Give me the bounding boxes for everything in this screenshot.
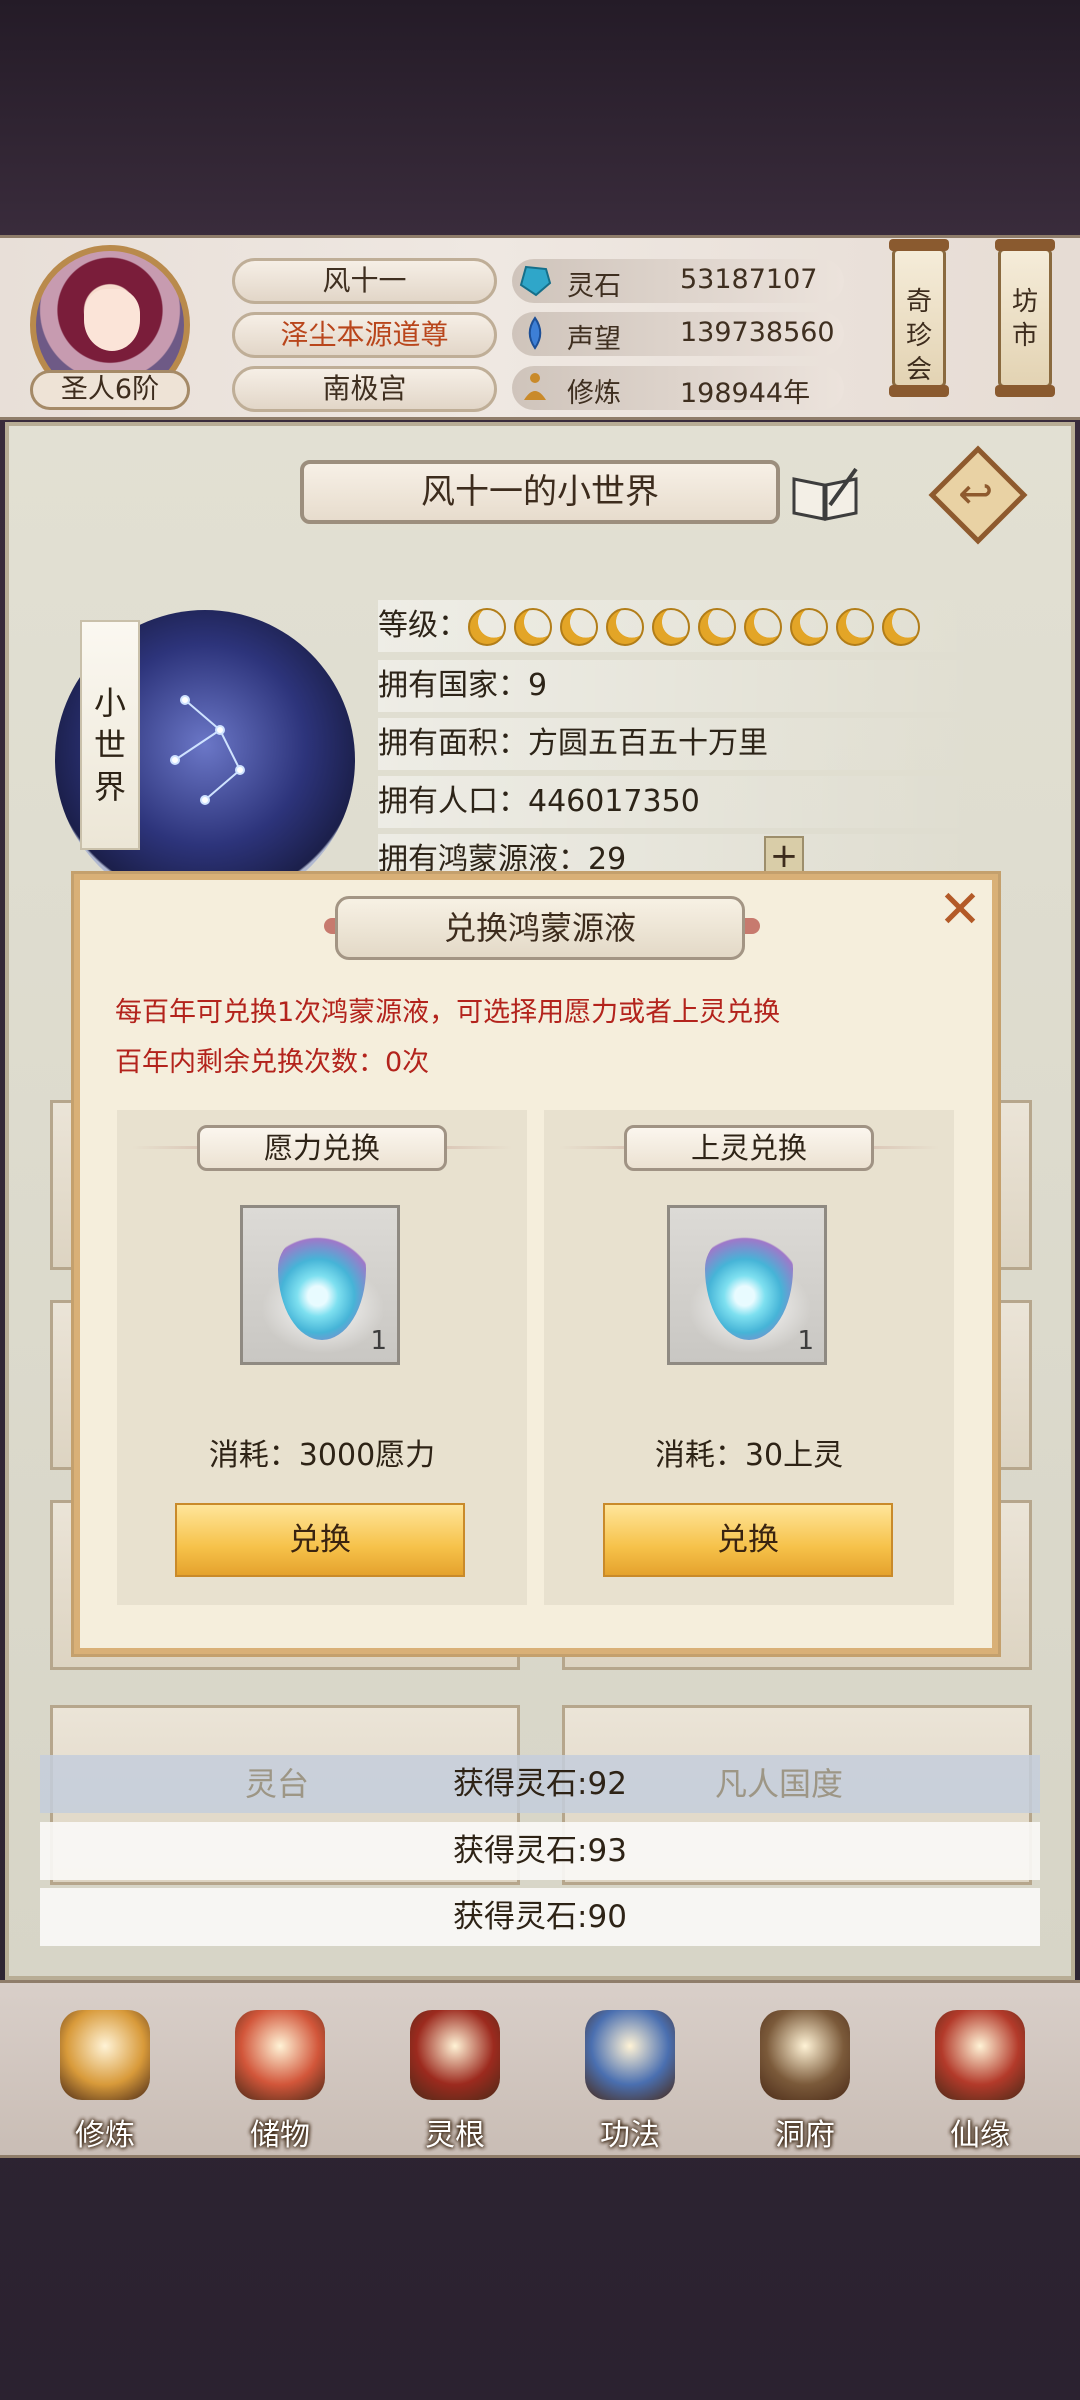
moon-icon (468, 607, 506, 646)
world-tag: 小世界 (80, 620, 140, 850)
gourd-icon (935, 2010, 1025, 2100)
dialog-title: 兑换鸿蒙源液 (335, 896, 745, 960)
page-title: 风十一的小世界 (300, 460, 780, 524)
item-slot[interactable]: 1 (240, 1205, 400, 1365)
treasure-fair-button[interactable]: 奇珍会 (889, 239, 949, 397)
nav-spirit-root[interactable]: 灵根 (380, 1990, 530, 2153)
nav-storage[interactable]: 储物 (205, 1990, 355, 2153)
resource-label: 灵石 (567, 271, 621, 302)
item-count: 1 (797, 1326, 814, 1356)
technique-book-icon (585, 2010, 675, 2100)
moon-icon (836, 607, 874, 646)
nav-technique[interactable]: 功法 (555, 1990, 705, 2153)
spirit-root-icon (410, 2010, 500, 2100)
nav-label: 功法 (600, 2118, 660, 2153)
resource-cultivation: 修炼 198944年 (512, 366, 844, 410)
remaining-count: 百年内剩余兑换次数：0次 (115, 1047, 430, 1078)
world-population: 拥有人口：446017350 (378, 776, 978, 828)
moon-icon (606, 607, 644, 646)
nav-label: 仙缘 (950, 2118, 1010, 2153)
toast-message: 获得灵石:93 (40, 1822, 1040, 1880)
cave-dwelling-icon (760, 2010, 850, 2100)
market-button[interactable]: 坊市 (995, 239, 1055, 397)
back-arrow-icon: ↩ (957, 469, 994, 519)
option-header: 上灵兑换 (624, 1125, 874, 1171)
card-label-lingtai: 灵台 (245, 1765, 310, 1803)
resource-reputation: 声望 139738560 (512, 312, 844, 356)
moon-icon (790, 607, 828, 646)
cost-label: 消耗：3000愿力 (208, 1438, 436, 1473)
resource-value: 198944年 (680, 378, 811, 409)
level-moons (468, 607, 928, 646)
resource-spirit-stone: 灵石 53187107 (512, 259, 844, 303)
toast-text: 获得灵石:92 (453, 1766, 627, 1802)
reputation-icon (528, 316, 542, 350)
player-title: 泽尘本源道尊 (232, 312, 497, 358)
moon-icon (652, 607, 690, 646)
exchange-button[interactable]: 兑换 (603, 1503, 893, 1577)
moon-icon (698, 607, 736, 646)
moon-icon (744, 607, 782, 646)
resource-label: 修炼 (567, 378, 621, 409)
player-name: 风十一 (232, 258, 497, 304)
moon-icon (882, 607, 920, 646)
toast-message: 获得灵石:90 (40, 1888, 1040, 1946)
world-area: 拥有面积：方圆五百五十万里 (378, 718, 978, 770)
player-sect: 南极宫 (232, 366, 497, 412)
world-level-row: 等级： (378, 600, 978, 652)
toast-message: 灵台 获得灵石:92 凡人国度 (40, 1755, 1040, 1813)
moon-icon (560, 607, 598, 646)
level-label: 等级： (378, 608, 468, 643)
cultivation-icon (60, 2010, 150, 2100)
rank-badge: 圣人6阶 (30, 370, 190, 410)
nav-label: 灵根 (425, 2118, 485, 2153)
item-slot[interactable]: 1 (667, 1205, 827, 1365)
nav-label: 洞府 (775, 2118, 835, 2153)
option-header: 愿力兑换 (197, 1125, 447, 1171)
spirit-stone-icon (519, 265, 552, 297)
resource-value: 139738560 (680, 317, 835, 348)
resource-value: 53187107 (680, 264, 818, 295)
record-book-icon[interactable] (790, 465, 860, 523)
exchange-notice: 每百年可兑换1次鸿蒙源液，可选择用愿力或者上灵兑换 (115, 997, 781, 1028)
nav-immortal-fate[interactable]: 仙缘 (905, 1990, 1055, 2153)
nav-label: 储物 (250, 2118, 310, 2153)
card-label-mortal-realm: 凡人国度 (715, 1765, 844, 1803)
world-countries: 拥有国家：9 (378, 660, 978, 712)
moon-icon (514, 607, 552, 646)
item-count: 1 (370, 1326, 387, 1356)
resource-label: 声望 (567, 324, 621, 355)
meditation-icon (524, 373, 546, 400)
exchange-button[interactable]: 兑换 (175, 1503, 465, 1577)
add-liquid-button[interactable]: + (764, 836, 804, 876)
cost-label: 消耗：30上灵 (654, 1438, 844, 1473)
close-button[interactable]: ✕ (930, 880, 990, 940)
nav-cultivation[interactable]: 修炼 (30, 1990, 180, 2153)
storage-bag-icon (235, 2010, 325, 2100)
nav-cave-dwelling[interactable]: 洞府 (730, 1990, 880, 2153)
nav-label: 修炼 (75, 2118, 135, 2153)
